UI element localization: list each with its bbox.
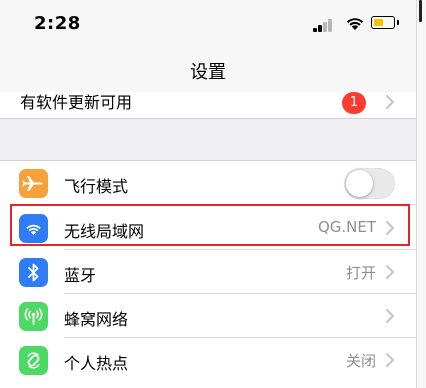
cellular-signal-icon	[313, 18, 335, 32]
bluetooth-icon	[19, 258, 48, 287]
battery-icon	[371, 16, 395, 29]
wifi-status-icon	[345, 15, 365, 31]
status-bar: 2:28	[0, 0, 416, 48]
airplane-mode-toggle[interactable]	[344, 168, 395, 199]
personal-hotspot-icon	[19, 346, 48, 375]
settings-screen: 2:28 设置 有软件更新可用 1 飞行模式 无线局域网 QG.NET 蓝牙 打…	[0, 0, 416, 388]
airplane-icon	[19, 169, 48, 198]
adjacent-panel-edge	[416, 0, 426, 388]
software-update-row[interactable]: 有软件更新可用 1	[0, 92, 416, 119]
battery-tip	[397, 20, 399, 25]
cellular-antenna-icon	[19, 302, 48, 331]
software-update-label: 有软件更新可用	[20, 93, 133, 112]
airplane-mode-row: 飞行模式	[0, 161, 416, 205]
chevron-right-icon	[383, 308, 397, 324]
chevron-right-icon	[383, 352, 397, 368]
cellular-row[interactable]: 蜂窝网络	[0, 294, 416, 338]
wifi-row-highlight-box	[10, 204, 410, 246]
toggle-knob	[346, 170, 373, 197]
navigation-bar: 设置	[0, 48, 416, 92]
chevron-right-icon	[383, 264, 397, 280]
bluetooth-row[interactable]: 蓝牙 打开	[0, 250, 416, 294]
page-title: 设置	[190, 62, 226, 83]
update-count-badge: 1	[342, 92, 366, 114]
personal-hotspot-status: 关闭	[345, 352, 376, 370]
cellular-label: 蜂窝网络	[64, 310, 129, 329]
battery-level	[373, 18, 384, 26]
chevron-right-icon	[383, 94, 397, 110]
personal-hotspot-row[interactable]: 个人热点 关闭	[0, 338, 416, 382]
connectivity-settings-group: 飞行模式 无线局域网 QG.NET 蓝牙 打开 蜂窝网络 个人热点 关闭	[0, 160, 416, 388]
section-gap	[0, 119, 416, 160]
bluetooth-status: 打开	[345, 264, 376, 282]
airplane-mode-label: 飞行模式	[64, 177, 129, 196]
bluetooth-label: 蓝牙	[64, 266, 97, 285]
status-time: 2:28	[34, 13, 81, 34]
adjacent-panel-mark	[419, 0, 422, 22]
personal-hotspot-label: 个人热点	[64, 354, 129, 373]
